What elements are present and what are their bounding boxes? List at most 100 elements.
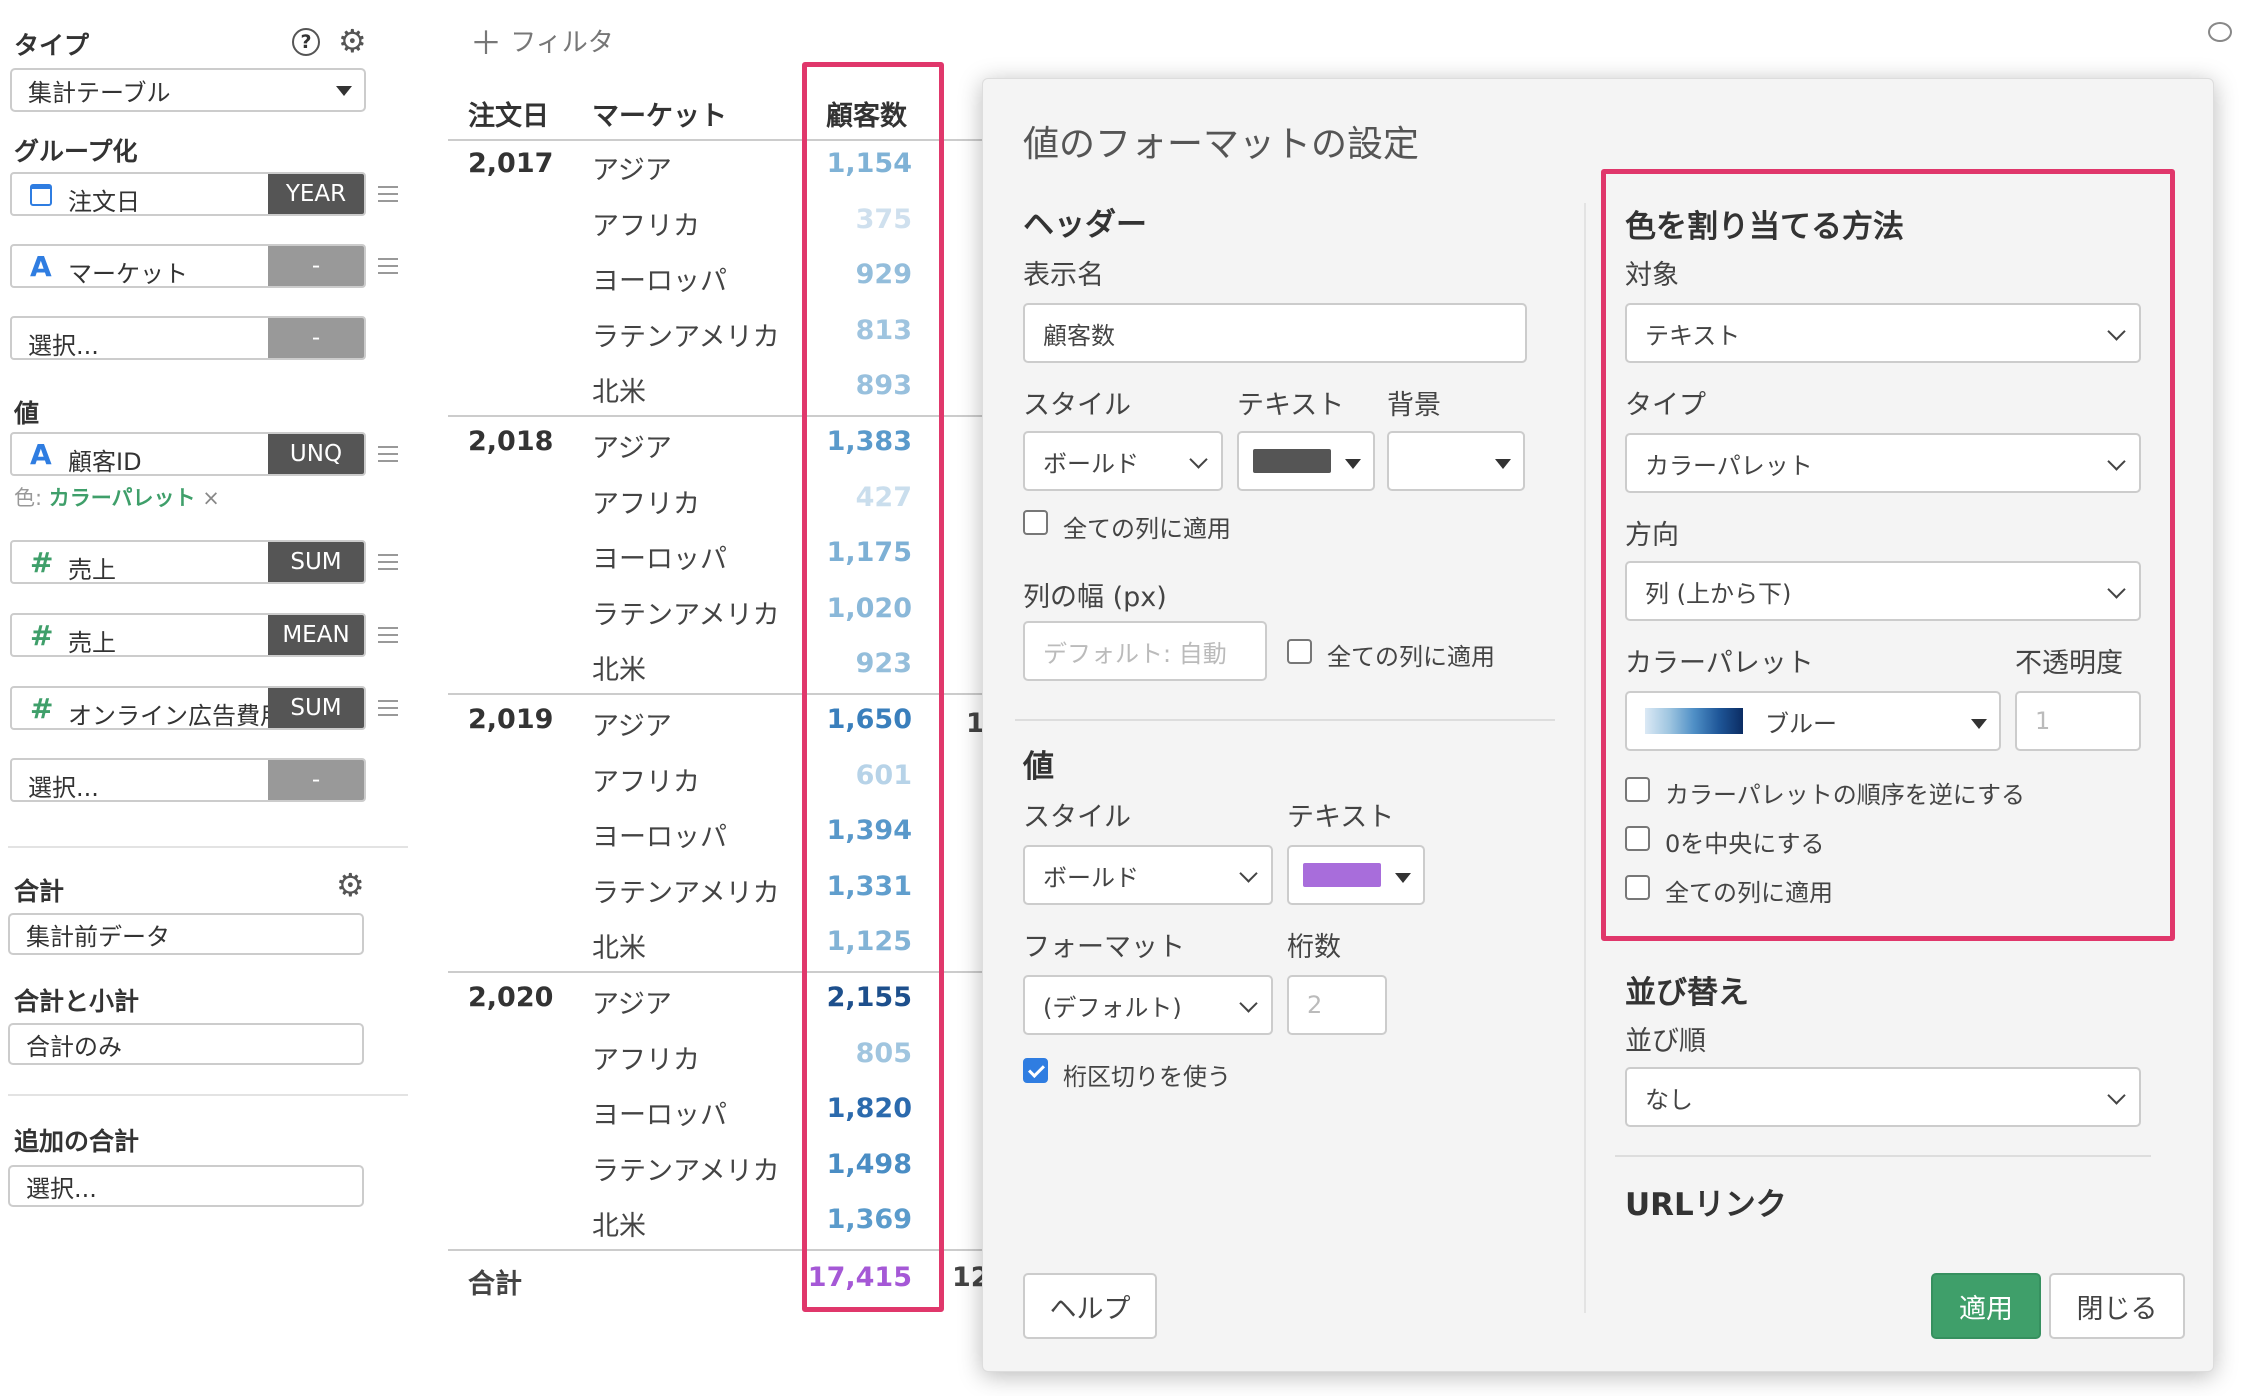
value-field-name: オンライン広告費用 <box>68 702 284 730</box>
col-width-placeholder: デフォルト: 自動 <box>1043 639 1227 668</box>
drag-handle-icon[interactable] <box>378 627 398 643</box>
total-select[interactable]: 集計前データ <box>8 913 364 955</box>
sidebar-divider <box>8 1094 408 1096</box>
header-section-title: ヘッダー <box>1023 207 1147 243</box>
remove-color-icon[interactable]: × <box>202 486 220 510</box>
value-pill-customer-id[interactable]: A 顧客ID UNQ <box>10 432 366 476</box>
value-style-value: ボールド <box>1043 863 1139 892</box>
market-cell: 北米 <box>592 933 646 964</box>
market-cell: アジア <box>592 433 672 464</box>
caret-down-icon <box>336 86 352 96</box>
group-pill-market[interactable]: A マーケット - <box>10 244 366 288</box>
chevron-down-icon <box>1189 450 1208 469</box>
market-cell: アフリカ <box>592 211 700 242</box>
market-cell: アジア <box>592 989 672 1020</box>
drag-handle-icon[interactable] <box>378 554 398 570</box>
header-text-label: テキスト <box>1237 390 1345 421</box>
chevron-down-icon <box>1239 994 1258 1013</box>
value-text-color-picker[interactable] <box>1287 845 1425 905</box>
drag-handle-icon[interactable] <box>378 258 398 274</box>
caret-down-icon <box>1395 873 1411 883</box>
drag-handle-icon[interactable] <box>378 186 398 202</box>
help-icon[interactable]: ? <box>292 28 320 56</box>
value-style-label: スタイル <box>1023 802 1131 833</box>
drag-handle-icon[interactable] <box>378 446 398 462</box>
market-cell: ヨーロッパ <box>592 822 727 853</box>
sort-order-label: 並び順 <box>1625 1026 1706 1057</box>
header-apply-all-checkbox[interactable] <box>1023 510 1048 535</box>
group-select-pill[interactable]: 選択... - <box>10 316 366 360</box>
text-type-icon: A <box>30 438 52 471</box>
group-aggregation-tag[interactable]: - <box>268 318 364 358</box>
display-name-input[interactable]: 顧客数 <box>1023 303 1527 363</box>
type-select[interactable]: 集計テーブル <box>10 68 366 112</box>
gear-icon[interactable]: ⚙ <box>338 24 367 58</box>
value-select-pill[interactable]: 選択... - <box>10 758 366 802</box>
market-cell: ラテンアメリカ <box>592 600 780 631</box>
number-type-icon: # <box>30 619 54 652</box>
format-value: (デフォルト) <box>1043 993 1182 1022</box>
format-settings-dialog: 値のフォーマットの設定 ヘッダー 表示名 顧客数 スタイル テキスト 背景 ボー… <box>982 78 2214 1372</box>
text-type-icon: A <box>30 250 52 283</box>
value-aggregation-tag[interactable]: SUM <box>268 542 364 582</box>
close-button[interactable]: 閉じる <box>2049 1273 2185 1339</box>
column-divider <box>1584 203 1586 1313</box>
sort-section-title: 並び替え <box>1625 975 1749 1011</box>
drag-handle-icon[interactable] <box>378 700 398 716</box>
header-apply-all-label: 全ての列に適用 <box>1063 515 1231 543</box>
type-label: タイプ <box>14 31 90 60</box>
group-aggregation-tag[interactable]: YEAR <box>268 174 364 214</box>
comment-icon[interactable] <box>2208 22 2232 42</box>
format-select[interactable]: (デフォルト) <box>1023 975 1273 1035</box>
group-aggregation-tag[interactable]: - <box>268 246 364 286</box>
market-cell: 北米 <box>592 1211 646 1242</box>
add-filter-button[interactable]: ＋ フィルタ <box>470 18 614 64</box>
col-width-input[interactable]: デフォルト: 自動 <box>1023 621 1267 681</box>
col-width-apply-all-checbox[interactable] <box>1287 639 1312 664</box>
extra-total-select[interactable]: 選択... <box>8 1165 364 1207</box>
market-cell: ラテンアメリカ <box>592 878 780 909</box>
total-settings-gear-icon[interactable]: ⚙ <box>336 868 365 902</box>
value-aggregation-tag[interactable]: UNQ <box>268 434 364 474</box>
group-pill-order-date[interactable]: 注文日 YEAR <box>10 172 366 216</box>
year-cell: 2,020 <box>468 982 554 1013</box>
apply-button[interactable]: 適用 <box>1931 1273 2041 1339</box>
subtotal-select[interactable]: 合計のみ <box>8 1023 364 1065</box>
column-header-market[interactable]: マーケット <box>592 94 727 133</box>
extra-total-label: 追加の合計 <box>14 1127 140 1156</box>
value-aggregation-tag[interactable]: MEAN <box>268 615 364 655</box>
section-divider <box>1615 1155 2151 1157</box>
header-style-select[interactable]: ボールド <box>1023 431 1223 491</box>
value-text-label: テキスト <box>1287 802 1395 833</box>
color-section-highlight-box <box>1601 169 2175 941</box>
group-label: グループ化 <box>14 137 138 166</box>
value-style-select[interactable]: ボールド <box>1023 845 1273 905</box>
year-cell: 2,018 <box>468 426 554 457</box>
value-pill-ad-cost[interactable]: # オンライン広告費用 SUM <box>10 686 366 730</box>
column-header-order-date[interactable]: 注文日 <box>468 94 549 133</box>
value-pill-sales-sum[interactable]: # 売上 SUM <box>10 540 366 584</box>
use-separator-checkbox[interactable] <box>1023 1058 1048 1083</box>
col-width-apply-all-label: 全ての列に適用 <box>1327 643 1495 671</box>
chevron-down-icon <box>2107 1086 2126 1105</box>
header-text-color-picker[interactable] <box>1237 431 1375 491</box>
subtotal-label: 合計と小計 <box>14 987 140 1016</box>
value-field-name: 顧客ID <box>68 448 142 476</box>
help-button[interactable]: ヘルプ <box>1023 1273 1157 1339</box>
value-aggregation-tag[interactable]: SUM <box>268 688 364 728</box>
header-bg-color-picker[interactable] <box>1387 431 1525 491</box>
value-aggregation-tag[interactable]: - <box>268 760 364 800</box>
caret-down-icon <box>1345 459 1361 469</box>
value-pill-sales-mean[interactable]: # 売上 MEAN <box>10 613 366 657</box>
caret-down-icon <box>1495 459 1511 469</box>
market-cell: ラテンアメリカ <box>592 1156 780 1187</box>
plus-icon: ＋ <box>470 24 503 62</box>
value-field-name: 売上 <box>68 556 116 584</box>
number-type-icon: # <box>30 692 54 725</box>
digits-placeholder: 2 <box>1307 991 1323 1019</box>
color-assignment-link[interactable]: カラーパレット <box>49 486 196 510</box>
header-style-label: スタイル <box>1023 390 1131 421</box>
sort-order-select[interactable]: なし <box>1625 1067 2141 1127</box>
number-type-icon: # <box>30 546 54 579</box>
digits-input[interactable]: 2 <box>1287 975 1387 1035</box>
